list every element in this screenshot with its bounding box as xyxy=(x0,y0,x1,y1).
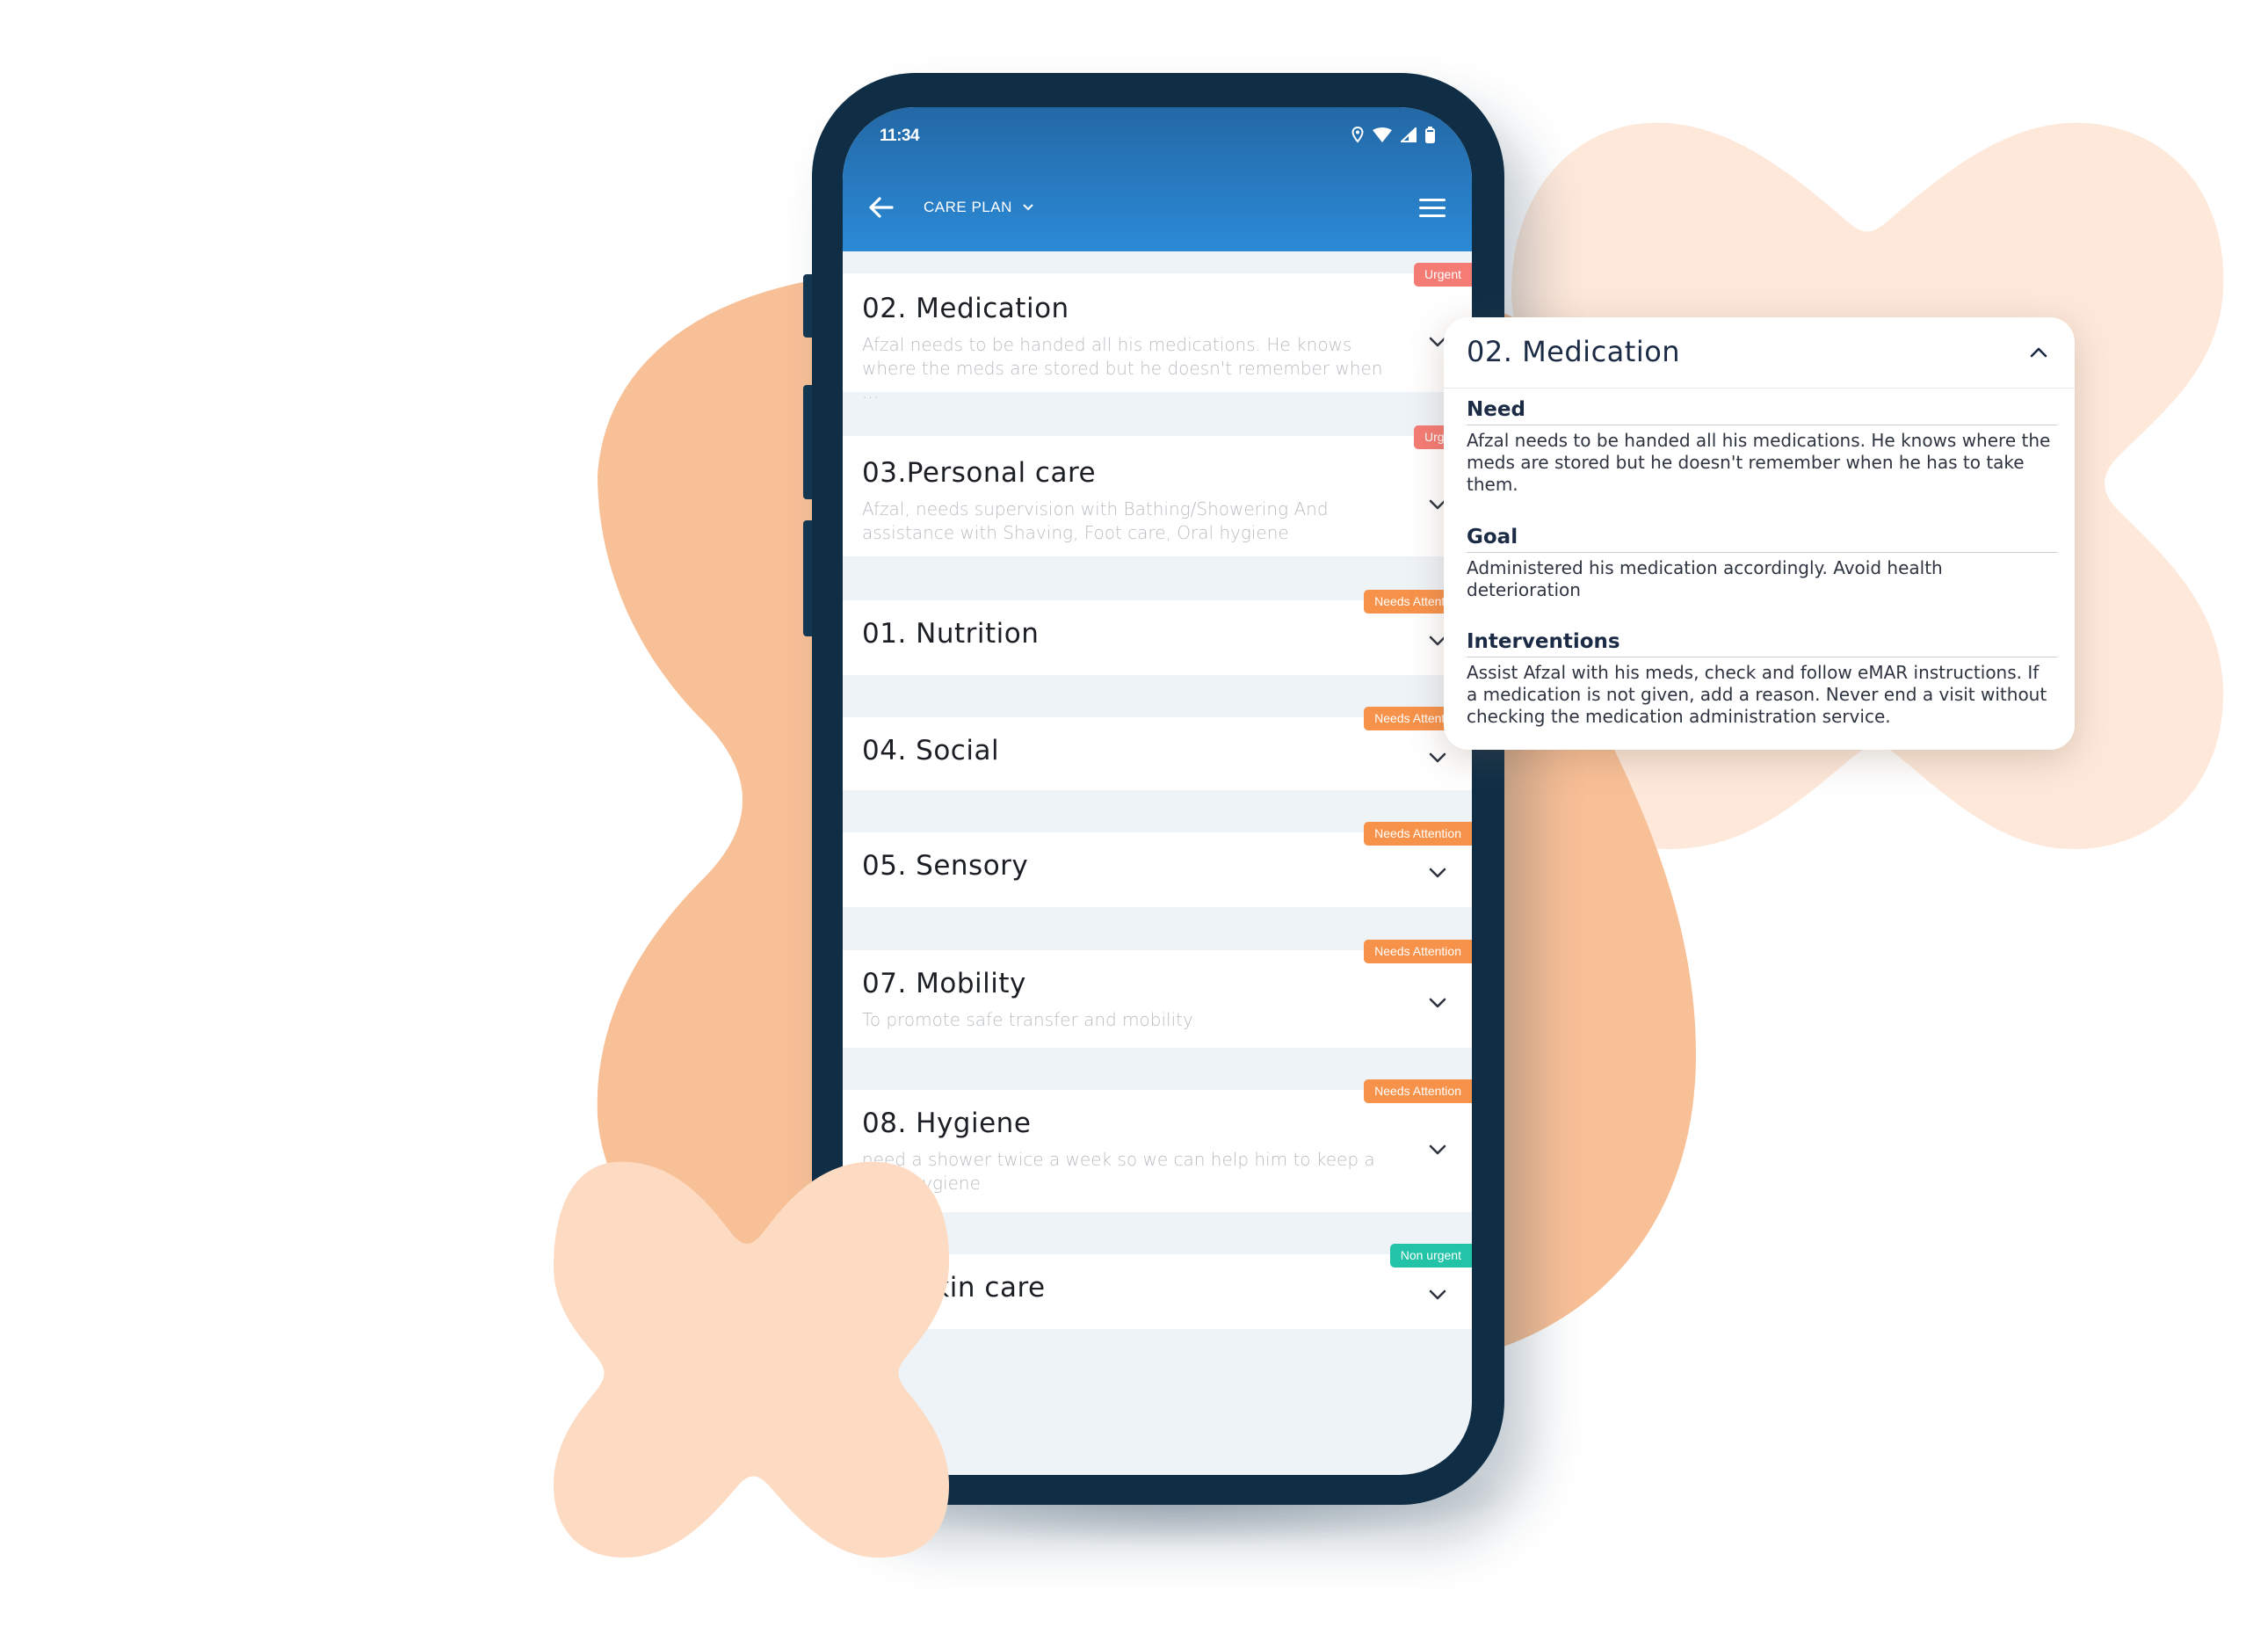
priority-badge: Needs Attention xyxy=(1364,1079,1472,1103)
expand-button[interactable] xyxy=(1428,751,1447,763)
section-heading-need: Need xyxy=(1467,398,1525,421)
care-plan-item[interactable]: 02. Medication Afzal needs to be handed a… xyxy=(843,263,1472,403)
section-body-goal: Administered his medication accordingly.… xyxy=(1467,557,1943,600)
chevron-down-icon xyxy=(1429,998,1446,1008)
care-plan-item-description: Afzal needs to be handed all his medicat… xyxy=(862,334,1383,403)
care-plan-item-title: 07. Mobility xyxy=(862,968,1026,999)
care-plan-item-title: 05. Sensory xyxy=(862,850,1029,882)
section-body-need: Afzal needs to be handed all his medicat… xyxy=(1467,430,2051,495)
section-divider xyxy=(1467,552,2057,553)
care-plan-item-title: 08. Hygiene xyxy=(862,1108,1032,1139)
care-plan-item-title: 03.Personal care xyxy=(862,457,1097,489)
page-title: CARE PLAN xyxy=(924,199,1012,215)
care-plan-item-description: need a shower twice a week so we can hel… xyxy=(862,1149,1375,1194)
status-time: 11:34 xyxy=(880,127,920,145)
section-heading-goal: Goal xyxy=(1467,526,1518,548)
arrow-left-icon xyxy=(869,197,894,218)
chevron-down-icon xyxy=(1429,868,1446,878)
care-plan-item-title: 01. Nutrition xyxy=(862,618,1040,650)
expand-button[interactable] xyxy=(1428,1143,1447,1155)
app-bar: 11:34 CARE PLAN xyxy=(843,107,1472,251)
collapse-button[interactable] xyxy=(2029,345,2048,358)
care-plan-item[interactable]: 03.Personal care Afzal, needs supervision… xyxy=(843,425,1472,556)
chevron-down-icon xyxy=(1429,752,1446,763)
care-plan-dropdown[interactable]: CARE PLAN xyxy=(924,199,1033,216)
care-plan-item[interactable]: 06. Skin care Non urgent xyxy=(843,1244,1472,1329)
hamburger-menu-icon[interactable] xyxy=(1419,199,1446,220)
care-plan-item-description: To promote safe transfer and mobility xyxy=(862,1009,1193,1030)
care-plan-item[interactable]: 04. Social Needs Attention xyxy=(843,707,1472,790)
section-body-interventions: Assist Afzal with his meds, check and fo… xyxy=(1467,662,2047,727)
popup-title: 02. Medication xyxy=(1467,335,1681,368)
signal-icon xyxy=(1399,126,1417,146)
expand-button[interactable] xyxy=(1428,1288,1447,1300)
care-plan-item[interactable]: 07. Mobility To promote safe transfer and… xyxy=(843,940,1472,1048)
chevron-down-icon xyxy=(1429,1144,1446,1155)
chevron-down-icon xyxy=(1023,204,1033,211)
location-icon xyxy=(1351,126,1364,147)
chevron-down-icon xyxy=(1429,1289,1446,1300)
priority-badge: Needs Attention xyxy=(1364,940,1472,963)
battery-icon xyxy=(1425,127,1435,147)
back-button[interactable] xyxy=(866,193,897,222)
priority-badge: Non urgent xyxy=(1389,1244,1472,1267)
popup-divider xyxy=(1444,388,2075,389)
care-plan-item[interactable]: 01. Nutrition Needs Attention xyxy=(843,590,1472,675)
care-plan-item-description: Afzal, needs supervision with Bathing/Sh… xyxy=(862,498,1329,543)
status-icons xyxy=(1351,126,1435,147)
care-plan-item[interactable]: 08. Hygiene need a shower twice a week so… xyxy=(843,1079,1472,1212)
expand-button[interactable] xyxy=(1428,866,1447,878)
priority-badge: Needs Attention xyxy=(1364,822,1472,846)
care-plan-item-title: 06. Skin care xyxy=(862,1272,1046,1304)
care-plan-item[interactable]: 05. Sensory Needs Attention xyxy=(843,822,1472,907)
chevron-up-icon xyxy=(2030,347,2047,358)
detail-popup-card: 02. Medication Need Afzal needs to be ha… xyxy=(1444,317,2075,750)
care-plan-item-title: 02. Medication xyxy=(862,293,1069,324)
wifi-icon xyxy=(1373,127,1392,146)
care-plan-item-title: 04. Social xyxy=(862,735,1000,766)
section-heading-interventions: Interventions xyxy=(1467,630,1620,653)
priority-badge: Urgent xyxy=(1413,263,1472,287)
expand-button[interactable] xyxy=(1428,996,1447,1008)
phone-screen: 11:34 CARE PLAN 02. Medication Afzal need… xyxy=(843,107,1472,1475)
